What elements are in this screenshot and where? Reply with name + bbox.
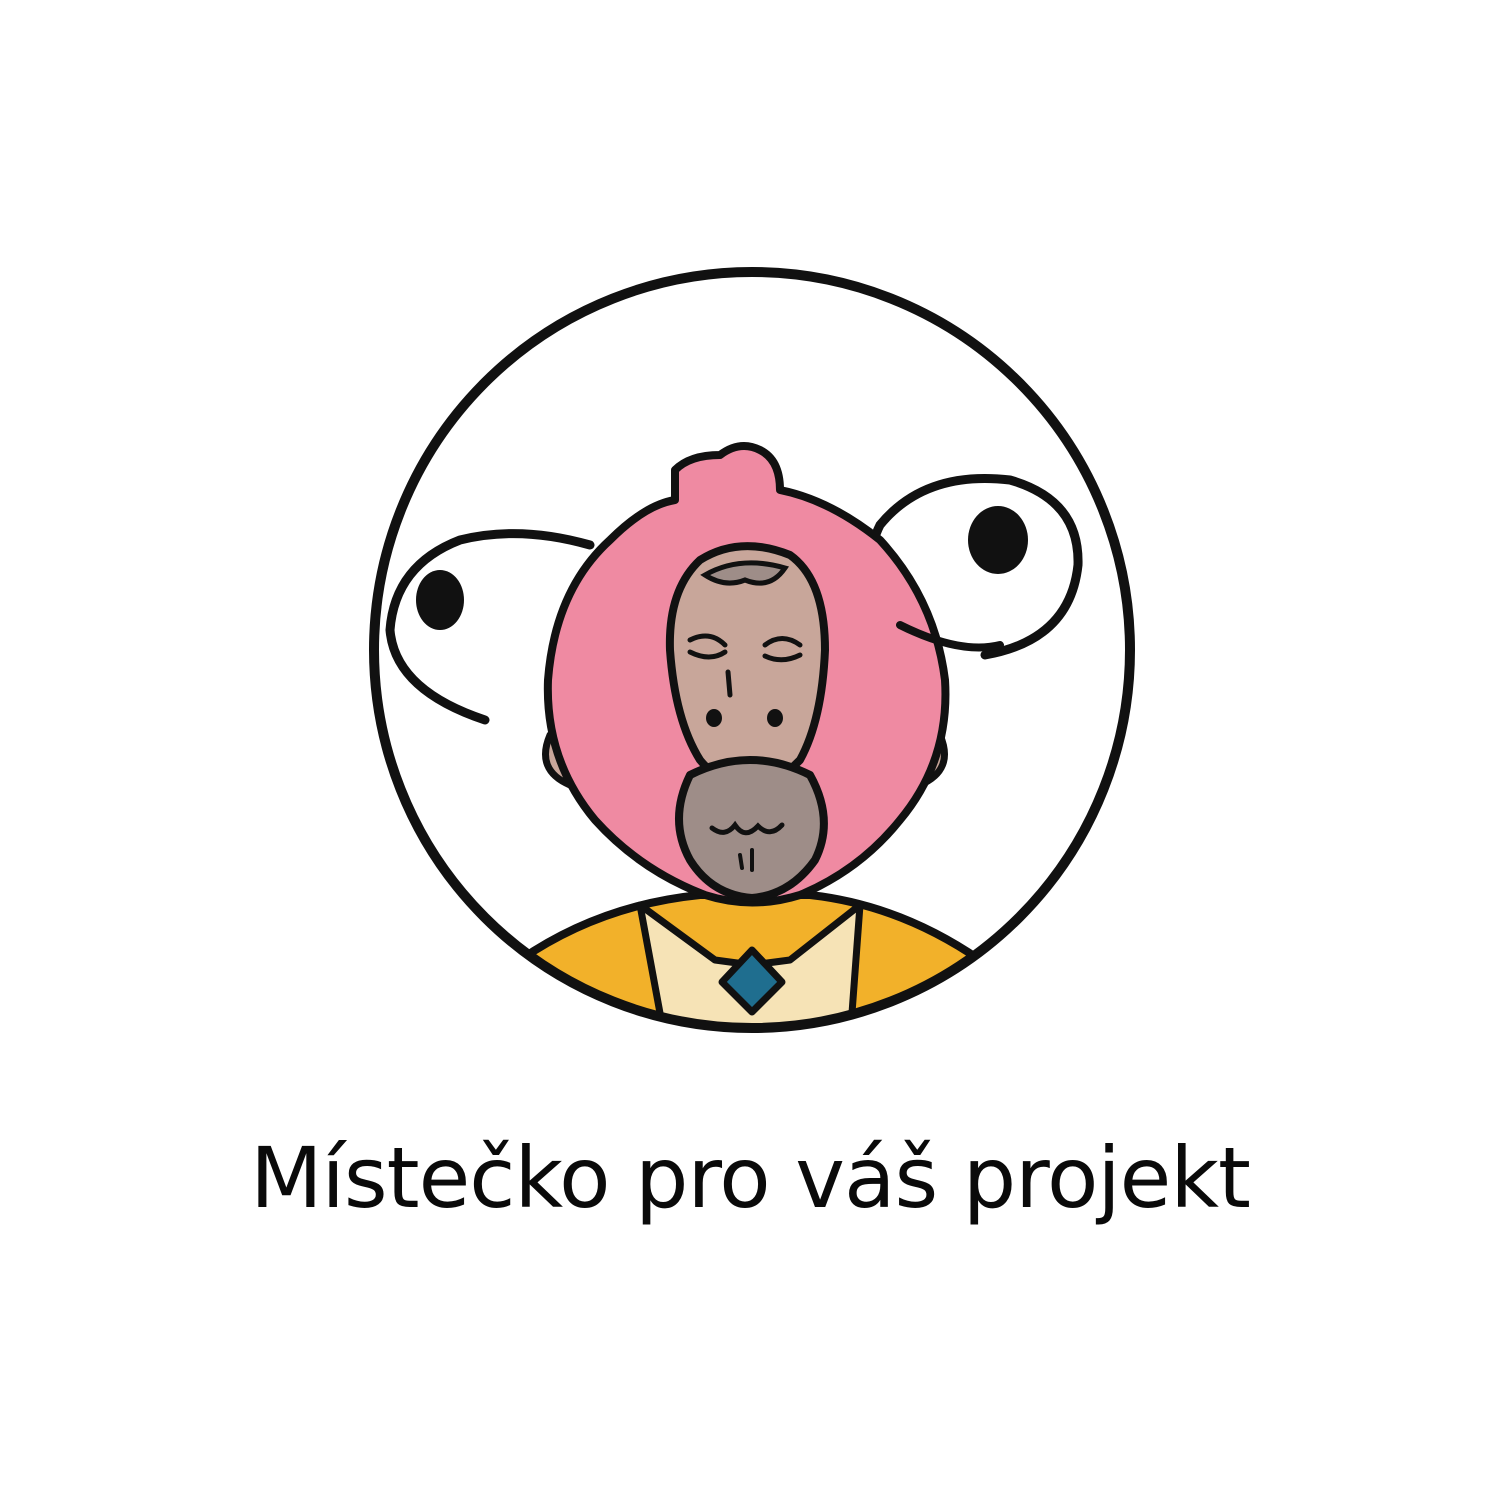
face-icon [665, 542, 829, 794]
caption-text: Místečko pro váš projekt [250, 1129, 1251, 1227]
beard-icon [675, 756, 828, 902]
page: Místečko pro váš projekt [0, 0, 1500, 1500]
cartoon-character-avatar-icon [496, 891, 1004, 1028]
avatar-illustration [369, 267, 1135, 1033]
